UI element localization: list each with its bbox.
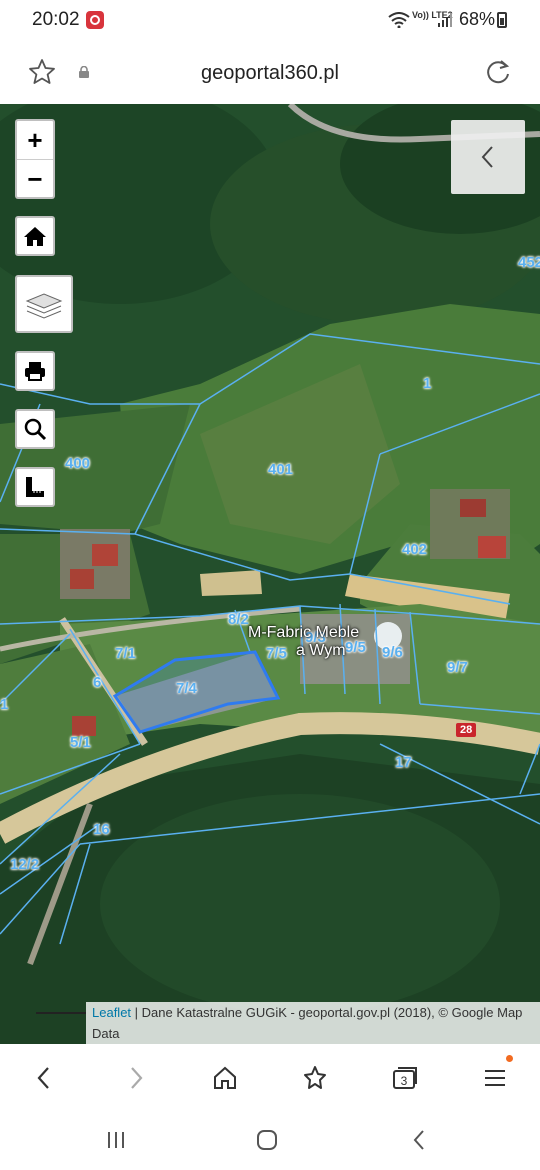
layers-icon — [25, 293, 63, 319]
zoom-in-button[interactable]: + — [17, 121, 53, 159]
recent-apps-button[interactable] — [101, 1125, 131, 1155]
url-text[interactable]: geoportal360.pl — [0, 62, 540, 85]
battery-percent: 68% — [458, 9, 495, 29]
status-time: 20:02 — [32, 9, 80, 30]
recent-apps-icon — [108, 1132, 124, 1148]
back-button[interactable] — [24, 1058, 64, 1098]
parcel-label[interactable]: 400 — [65, 455, 90, 472]
road-number-badge: 28 — [456, 723, 477, 737]
home-nav-button[interactable] — [205, 1058, 245, 1098]
system-home-icon — [257, 1130, 277, 1150]
layers-button[interactable] — [15, 275, 73, 333]
leaflet-link[interactable]: Leaflet — [92, 1005, 131, 1020]
parcel-label[interactable]: 1 — [0, 696, 8, 713]
parcel-label[interactable]: 452 — [518, 254, 540, 271]
parcel-label[interactable]: 1 — [423, 375, 431, 392]
tabs-button[interactable]: 3 — [385, 1058, 425, 1098]
parcel-label[interactable]: 9/7 — [447, 659, 468, 676]
map-scale-bar — [36, 1012, 86, 1014]
battery-icon — [497, 12, 507, 28]
parcel-label[interactable]: 6 — [93, 674, 101, 691]
chevron-left-icon — [481, 146, 493, 168]
parcel-label[interactable]: 5/1 — [70, 734, 91, 751]
panel-toggle-button[interactable] — [451, 120, 525, 194]
poi-label[interactable]: a Wym — [296, 642, 346, 660]
parcel-label[interactable]: 401 — [268, 461, 293, 478]
search-icon — [24, 418, 47, 441]
parcel-label[interactable]: 17 — [395, 754, 412, 771]
satellite-imagery — [0, 104, 540, 1044]
system-back-icon — [413, 1130, 424, 1150]
parcel-label[interactable]: 12/2 — [10, 856, 39, 873]
menu-button[interactable] — [475, 1058, 515, 1098]
print-button[interactable] — [15, 351, 55, 391]
reload-icon[interactable] — [484, 58, 512, 86]
forward-button[interactable] — [116, 1058, 156, 1098]
map-attribution: Leaflet | Dane Katastralne GUGiK - geopo… — [86, 1002, 540, 1044]
parcel-label[interactable]: 8/2 — [228, 611, 249, 628]
browser-url-bar: geoportal360.pl — [0, 40, 540, 104]
attribution-text: | Dane Katastralne GUGiK - geoportal.gov… — [92, 1005, 523, 1041]
parcel-label[interactable]: 9/6 — [382, 644, 403, 661]
forward-arrow-icon — [131, 1067, 143, 1089]
home-icon — [24, 227, 46, 246]
tabs-count: 3 — [401, 1074, 408, 1088]
parcel-label[interactable]: 7/1 — [115, 645, 136, 662]
system-back-button[interactable] — [404, 1125, 434, 1155]
printer-icon — [25, 362, 45, 381]
zoom-control: + − — [15, 119, 55, 199]
ruler-icon — [26, 477, 44, 497]
measure-button[interactable] — [15, 467, 55, 507]
signal-icon — [438, 13, 452, 27]
browser-bottom-nav: 3 — [0, 1044, 540, 1110]
bookmarks-button[interactable] — [295, 1058, 335, 1098]
bookmarks-star-icon — [304, 1066, 326, 1089]
zoom-out-button[interactable]: − — [17, 159, 53, 198]
poi-label[interactable]: M-Fabric Meble — [248, 624, 359, 642]
search-button[interactable] — [15, 409, 55, 449]
hamburger-menu-icon — [485, 1070, 505, 1086]
system-home-button[interactable] — [252, 1125, 282, 1155]
home-outline-icon — [214, 1066, 236, 1089]
app-notification-icon — [86, 11, 104, 29]
menu-notification-dot — [506, 1055, 513, 1062]
wifi-icon — [388, 12, 410, 28]
parcel-label[interactable]: 7/4 — [176, 680, 197, 697]
parcel-label[interactable]: 16 — [93, 821, 110, 838]
home-button[interactable] — [15, 216, 55, 256]
parcel-label[interactable]: 7/5 — [266, 645, 287, 662]
parcel-label[interactable]: 402 — [402, 541, 427, 558]
system-nav-bar — [0, 1110, 540, 1170]
map-view[interactable]: 452 1 400 401 402 8/2 7/1 7/5 9/3 9/5 9/… — [0, 104, 540, 1044]
status-bar: 20:02 Vo)) LTE2 68% — [0, 0, 540, 40]
back-arrow-icon — [37, 1067, 49, 1089]
tabs-icon: 3 — [393, 1067, 417, 1089]
